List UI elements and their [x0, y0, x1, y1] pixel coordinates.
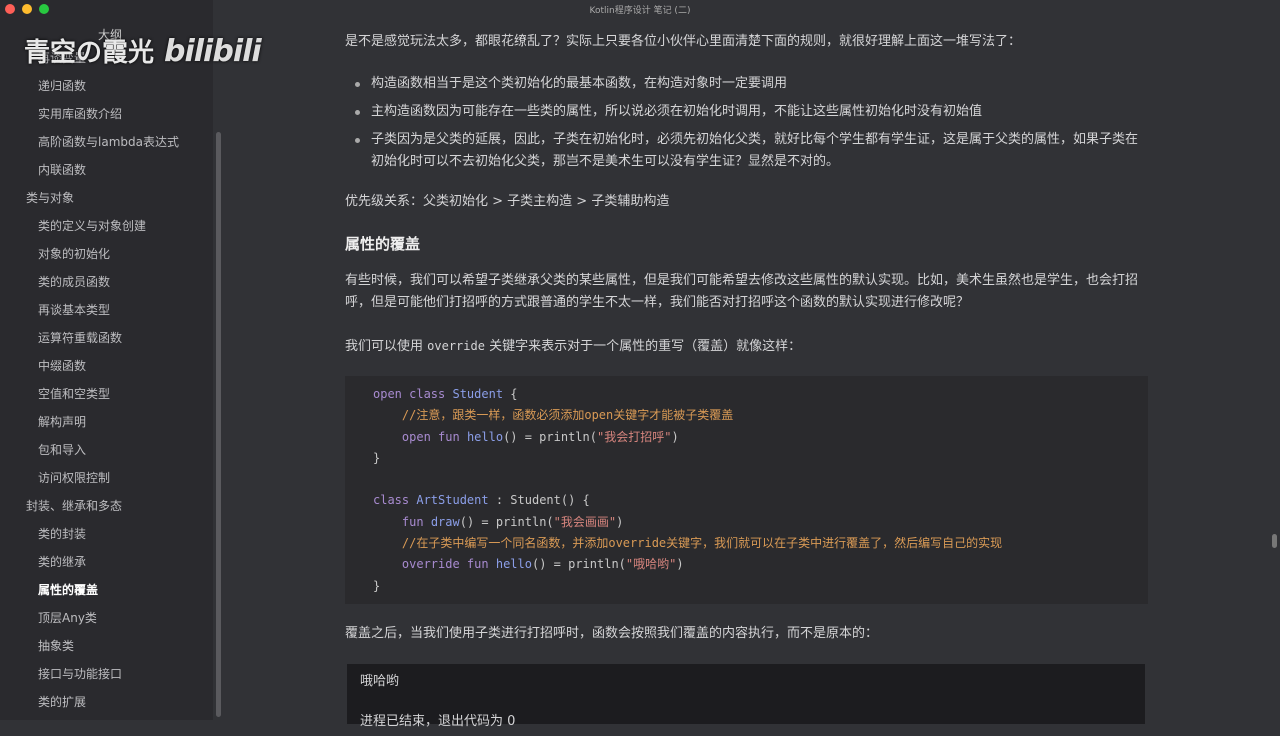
outline-nav: 再谈变量 递归函数 实用库函数介绍 高阶函数与lambda表达式 内联函数 类与对象 类的定… [0, 44, 213, 716]
list-item: 构造函数相当于是这个类初始化的最基本函数，在构造对象时一定要调用 [345, 70, 1145, 98]
sidebar-item[interactable]: 高阶函数与lambda表达式 [0, 128, 213, 156]
main-scrollbar[interactable] [1272, 534, 1277, 548]
sidebar-item[interactable]: 属性的覆盖 [0, 576, 213, 604]
sidebar-item[interactable]: 顶层Any类 [0, 604, 213, 632]
output-line: 进程已结束，退出代码为 0 [360, 714, 516, 729]
sidebar-item[interactable]: 类的继承 [0, 548, 213, 576]
sidebar-item[interactable]: 包和导入 [0, 436, 213, 464]
sidebar-item[interactable]: 递归函数 [0, 72, 213, 100]
output-block: 哦哈哟 进程已结束，退出代码为 0 [347, 664, 1145, 729]
sidebar-item[interactable]: 对象的初始化 [0, 240, 213, 268]
intro-text: 是不是感觉玩法太多，都眼花缭乱了？实际上只要各位小伙伴心里面清楚下面的规则，就很… [345, 34, 1022, 49]
sidebar-item[interactable]: 空值和空类型 [0, 380, 213, 408]
sidebar-scrollbar[interactable] [216, 132, 221, 717]
rules-list: 构造函数相当于是这个类初始化的最基本函数，在构造对象时一定要调用 主构造函数因为… [345, 70, 1145, 173]
sidebar-item[interactable]: 再谈基本类型 [0, 296, 213, 324]
sidebar-item[interactable]: 接口与功能接口 [0, 660, 213, 688]
output-line: 哦哈哟 [360, 674, 400, 689]
window-title: Kotlin程序设计 笔记 (二) [589, 5, 691, 16]
sidebar: 大纲 再谈变量 递归函数 实用库函数介绍 高阶函数与lambda表达式 内联函数 类与对象… [0, 0, 221, 720]
paragraph-override: 我们可以使用 override 关键字来表示对于一个属性的重写（覆盖）就像这样： [345, 339, 802, 354]
sidebar-item[interactable]: 解构声明 [0, 408, 213, 436]
sidebar-item[interactable]: 封装、继承和多态 [0, 492, 213, 520]
sidebar-item[interactable]: 类的封装 [0, 520, 213, 548]
close-button[interactable] [5, 4, 15, 14]
sidebar-item[interactable]: 访问权限控制 [0, 464, 213, 492]
sidebar-item[interactable]: 实用库函数介绍 [0, 100, 213, 128]
sidebar-item[interactable]: 类的成员函数 [0, 268, 213, 296]
paragraph: 覆盖之后，当我们使用子类进行打招呼时，函数会按照我们覆盖的内容执行，而不是原本的… [345, 626, 879, 641]
paragraph: 有些时候，我们可以希望子类继承父类的某些属性，但是我们可能希望去修改这些属性的默… [345, 273, 1139, 310]
watermark-logo: 青空の霞光 bilibili [24, 34, 262, 69]
minimize-button[interactable] [22, 4, 32, 14]
section-heading: 属性的覆盖 [345, 235, 421, 253]
priority-text: 优先级关系：父类初始化 > 子类主构造 > 子类辅助构造 [345, 194, 670, 209]
code-block[interactable]: open class Student { //注意，跟类一样，函数必须添加ope… [345, 376, 1148, 604]
sidebar-item[interactable]: 内联函数 [0, 156, 213, 184]
sidebar-item[interactable]: 类的扩展 [0, 688, 213, 716]
sidebar-item[interactable]: 抽象类 [0, 632, 213, 660]
zoom-button[interactable] [39, 4, 49, 14]
list-item: 子类因为是父类的延展，因此，子类在初始化时，必须先初始化父类，就好比每个学生都有… [345, 126, 1145, 173]
sidebar-item[interactable]: 类的定义与对象创建 [0, 212, 213, 240]
sidebar-item[interactable]: 中缀函数 [0, 352, 213, 380]
sidebar-item[interactable]: 类与对象 [0, 184, 213, 212]
title-bar: Kotlin程序设计 笔记 (二) [0, 0, 1280, 18]
list-item: 主构造函数因为可能存在一些类的属性，所以说必须在初始化时调用，不能让这些属性初始… [345, 98, 1145, 126]
sidebar-item[interactable]: 运算符重载函数 [0, 324, 213, 352]
